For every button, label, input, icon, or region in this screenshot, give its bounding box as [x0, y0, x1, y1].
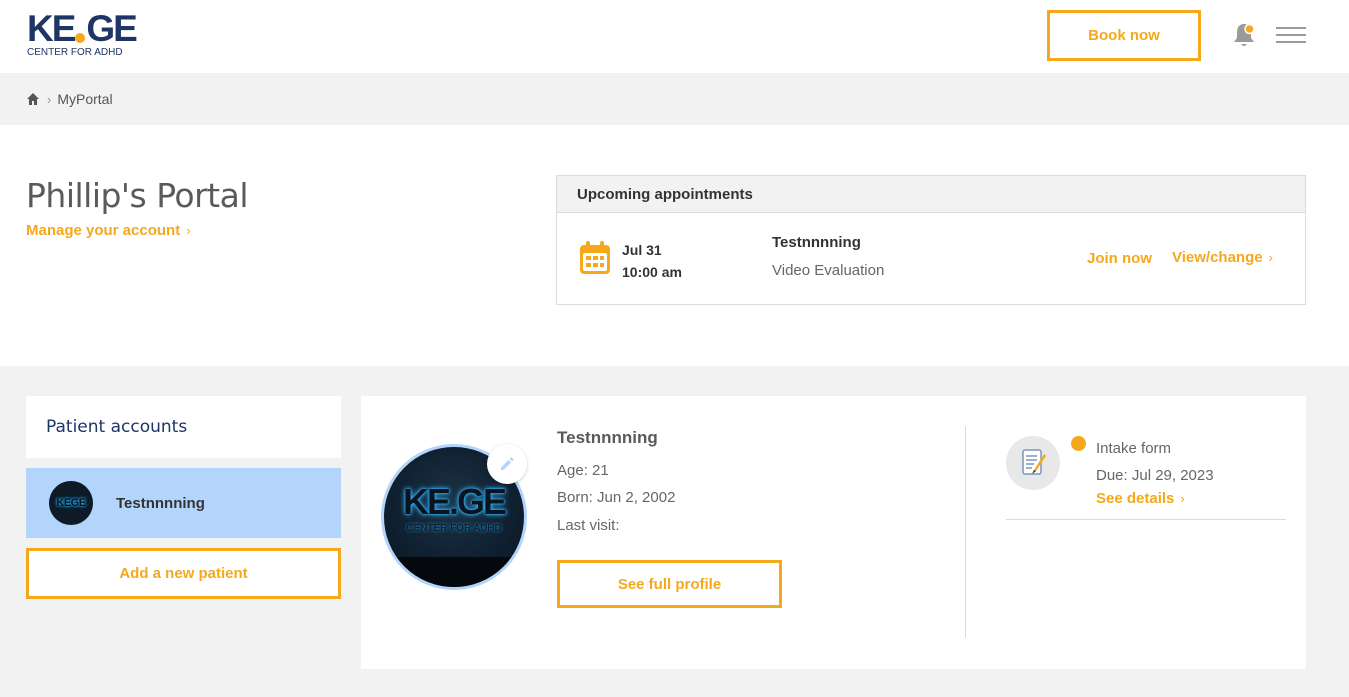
logo-subtitle: CENTER FOR ADHD: [27, 47, 123, 58]
divider: [1006, 519, 1286, 520]
book-now-button[interactable]: Book now: [1047, 10, 1201, 61]
task-due-date: Due: Jul 29, 2023: [1096, 467, 1214, 484]
edit-avatar-button[interactable]: [487, 444, 527, 484]
breadcrumb-separator: ›: [47, 91, 52, 107]
add-new-patient-button[interactable]: Add a new patient: [26, 548, 341, 599]
task-title: Intake form: [1096, 440, 1172, 457]
page-title: Phillip's Portal: [26, 176, 249, 215]
appointment-row: Jul 31 10:00 am Testnnnning Video Evalua…: [557, 213, 1305, 305]
profile-born: Born: Jun 2, 2002: [557, 489, 676, 506]
see-details-link[interactable]: See details ›: [1096, 490, 1185, 507]
avatar: KEGE: [49, 481, 93, 525]
chevron-right-icon: ›: [1268, 250, 1273, 265]
profile-last-visit: Last visit:: [557, 517, 620, 534]
appointment-patient: Testnnnning: [772, 234, 861, 251]
kege-logo[interactable]: KE GE CENTER FOR ADHD: [27, 10, 138, 60]
appointment-datetime: Jul 31 10:00 am: [622, 239, 682, 283]
patient-name: Testnnnning: [116, 494, 205, 512]
status-badge: [1071, 436, 1086, 451]
appointment-date: Jul 31: [622, 242, 662, 258]
chevron-right-icon: ›: [1180, 491, 1185, 506]
upcoming-appointments-card: Upcoming appointments Jul 31 10:00 am Te…: [556, 175, 1306, 305]
notification-bell-icon[interactable]: [1229, 20, 1259, 50]
patient-list-item[interactable]: KEGE Testnnnning: [26, 468, 341, 538]
see-full-profile-button[interactable]: See full profile: [557, 560, 782, 608]
pencil-icon: [501, 457, 514, 470]
join-now-link[interactable]: Join now: [1087, 250, 1152, 267]
view-change-link[interactable]: View/change ›: [1172, 249, 1273, 266]
hamburger-menu-icon[interactable]: [1276, 27, 1306, 45]
divider: [965, 426, 966, 638]
avatar-logo-text: KE.GE: [402, 481, 507, 522]
appointment-type: Video Evaluation: [772, 262, 885, 279]
calendar-icon: [579, 241, 611, 275]
home-icon[interactable]: [26, 92, 40, 106]
profile-name: Testnnnning: [557, 428, 658, 447]
avatar-logo-subtext: CENTER FOR ADHD: [406, 523, 502, 534]
appointments-heading: Upcoming appointments: [557, 176, 1305, 213]
patient-profile-card: KE.GE CENTER FOR ADHD Testnnnning Age: 2…: [361, 396, 1306, 669]
top-header: KE GE CENTER FOR ADHD Book now: [0, 0, 1349, 73]
patient-accounts-heading: Patient accounts: [26, 396, 341, 458]
chevron-right-icon: ›: [186, 223, 191, 238]
profile-age: Age: 21: [557, 462, 609, 479]
appointment-time: 10:00 am: [622, 264, 682, 280]
manage-account-link[interactable]: Manage your account ›: [26, 222, 191, 239]
form-document-icon: [1006, 436, 1060, 490]
breadcrumb-myportal[interactable]: MyPortal: [57, 91, 112, 107]
breadcrumb: › MyPortal: [0, 73, 1349, 125]
